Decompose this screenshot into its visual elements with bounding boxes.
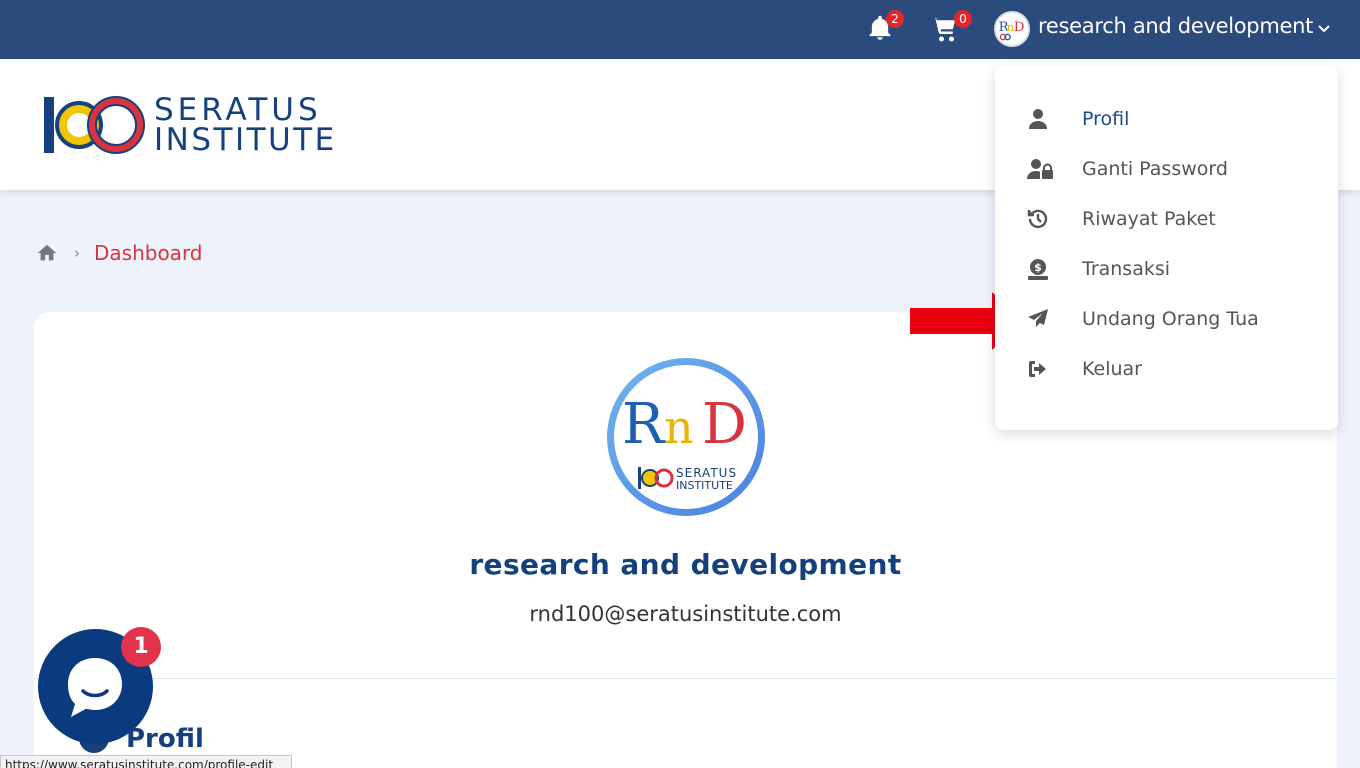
- home-icon[interactable]: [36, 242, 58, 264]
- cart-button[interactable]: 0: [928, 10, 972, 44]
- profile-name: research and development: [469, 548, 902, 581]
- profile-email: rnd100@seratusinstitute.com: [529, 602, 842, 626]
- svg-text:n: n: [664, 400, 694, 454]
- sign-out-icon: [1026, 357, 1050, 381]
- history-icon: [1026, 207, 1050, 231]
- chevron-down-icon[interactable]: [1316, 20, 1332, 36]
- cart-badge: 0: [954, 10, 972, 28]
- user-dropdown-menu: Profil Ganti Password Riwayat Paket $ Tr…: [995, 66, 1338, 430]
- breadcrumb-dashboard-link[interactable]: Dashboard: [94, 241, 203, 265]
- menu-item-riwayat-paket[interactable]: Riwayat Paket: [995, 199, 1338, 239]
- notifications-badge: 2: [886, 10, 904, 28]
- user-icon: [1026, 107, 1050, 131]
- user-avatar[interactable]: R n D: [994, 11, 1030, 47]
- chevron-right-icon: ›: [74, 244, 80, 262]
- rnd-avatar-logo: R n D: [999, 20, 1025, 41]
- svg-text:D: D: [702, 392, 747, 457]
- money-bag-icon: $: [1026, 257, 1050, 281]
- browser-status-url: https://www.seratusinstitute.com/profile…: [0, 755, 292, 768]
- rnd-logo-graphic: R n D SERATUS INSTITUTE: [622, 392, 747, 492]
- paper-plane-icon: [1026, 307, 1050, 331]
- breadcrumb: › Dashboard: [36, 238, 203, 268]
- seratus-logo[interactable]: SERATUS INSTITUTE: [44, 92, 337, 158]
- svg-text:$: $: [1034, 261, 1042, 274]
- menu-item-undang-orang-tua[interactable]: Undang Orang Tua: [995, 299, 1338, 339]
- divider: [34, 678, 1337, 679]
- top-navbar: 2 0 R n D research and development: [0, 0, 1360, 59]
- menu-item-keluar[interactable]: Keluar: [995, 349, 1338, 389]
- brand-wordmark: SERATUS INSTITUTE: [154, 92, 337, 158]
- notifications-button[interactable]: 2: [866, 10, 904, 44]
- svg-text:INSTITUTE: INSTITUTE: [676, 479, 733, 492]
- user-menu-name[interactable]: research and development: [1038, 14, 1313, 38]
- svg-text:D: D: [1014, 20, 1025, 35]
- svg-text:SERATUS: SERATUS: [676, 466, 737, 480]
- chat-unread-badge: 1: [121, 627, 161, 667]
- rnd-logo-image: R n D SERATUS INSTITUTE: [614, 365, 758, 509]
- menu-item-profil[interactable]: Profil: [995, 99, 1338, 139]
- menu-item-ganti-password[interactable]: Ganti Password: [995, 149, 1338, 189]
- profile-avatar: R n D SERATUS INSTITUTE: [607, 358, 765, 516]
- svg-text:R: R: [622, 392, 666, 457]
- user-lock-icon: [1026, 157, 1054, 181]
- seratus-logo-mark: [44, 96, 145, 154]
- menu-item-transaksi[interactable]: $ Transaksi: [995, 249, 1338, 289]
